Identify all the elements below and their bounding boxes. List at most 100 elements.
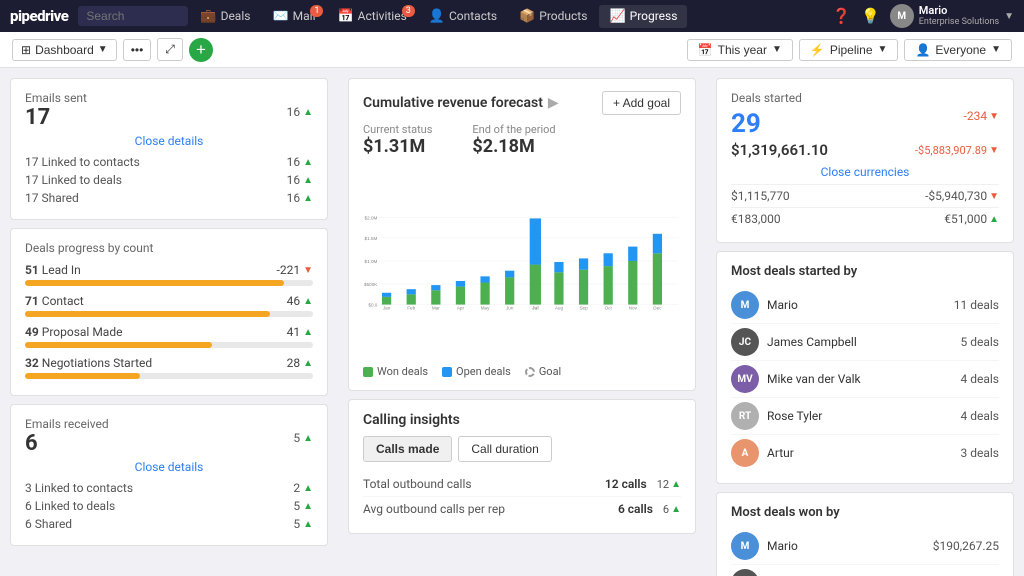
pipeline-icon: ⚡ [810, 43, 825, 57]
deals-progress-card: Deals progress by count 51 Lead In -221▼… [10, 228, 328, 396]
notifications-button[interactable]: 💡 [861, 7, 880, 25]
this-year-filter[interactable]: 📅 This year ▼ [687, 39, 793, 61]
progress-bar-bg [25, 311, 313, 317]
info-icon: ▶ [548, 95, 559, 111]
list-item: 17 Linked to deals 16▲ [25, 171, 313, 189]
end-of-period: End of the period $2.18M [472, 123, 555, 157]
up-arrow-icon: ▲ [303, 433, 313, 444]
nav-item-products[interactable]: 📦 Products [509, 5, 597, 28]
filter-group: 📅 This year ▼ ⚡ Pipeline ▼ 👤 Everyone ▼ [687, 39, 1012, 61]
person-name: Mike van der Valk [767, 372, 953, 386]
person-name: Mario [767, 539, 925, 553]
svg-text:May: May [481, 306, 490, 311]
deals-started-title: Deals started [731, 91, 999, 105]
avatar: JC [731, 328, 759, 356]
calling-title: Calling insights [363, 412, 681, 428]
emails-received-card: Emails received 6 5 ▲ Close details 3 Li… [10, 404, 328, 546]
everyone-filter[interactable]: 👤 Everyone ▼ [904, 39, 1012, 61]
close-received-link[interactable]: Close details [135, 460, 204, 474]
up-icon: ▲ [671, 504, 681, 515]
everyone-chevron-icon: ▼ [991, 44, 1001, 55]
add-widget-button[interactable]: + [189, 38, 213, 62]
person-row: JC James Campbell 5 deals [731, 324, 999, 361]
up-icon: ▲ [303, 327, 313, 338]
avatar: JC [731, 569, 759, 576]
progress-bars: 51 Lead In -221▼ 71 Contact 46▲ [25, 263, 313, 379]
progress-bar-bg [25, 373, 313, 379]
currency-row: $1,115,770 -$5,940,730 ▼ [731, 184, 999, 207]
close-details-link[interactable]: Close details [135, 134, 204, 148]
progress-bar-fill [25, 342, 212, 348]
more-button[interactable]: ••• [123, 39, 152, 61]
up-icon: ▲ [303, 157, 313, 168]
down-icon: ▼ [989, 191, 999, 202]
deals-started-count: 29 [731, 109, 761, 139]
person-row: MV Mike van der Valk 4 deals [731, 361, 999, 398]
down-icon: ▼ [303, 265, 313, 276]
nav-item-contacts[interactable]: 👤 Contacts [419, 5, 507, 28]
svg-text:Nov: Nov [629, 306, 638, 311]
person-deals: 3 deals [961, 446, 1000, 460]
progress-icon: 📈 [609, 9, 625, 24]
list-item: 17 Shared 16▲ [25, 189, 313, 207]
nav-right: ❓ 💡 M Mario Enterprise Solutions ▼ [832, 4, 1014, 28]
person-deals: 11 deals [954, 298, 999, 312]
down-icon: ▼ [989, 145, 999, 156]
top-nav: pipedrive 💼 Deals ✉️ Mail 1 📅 Activities… [0, 0, 1024, 32]
up-icon: ▲ [303, 519, 313, 530]
call-duration-tab[interactable]: Call duration [458, 436, 551, 462]
search-input[interactable] [78, 6, 188, 26]
chart-legend: Won deals Open deals Goal [363, 365, 681, 378]
left-column: Emails sent 17 16 ▲ Close details 17 Lin… [0, 68, 338, 576]
currency-row: €183,000 €51,000 ▲ [731, 207, 999, 230]
svg-text:Aug: Aug [555, 306, 564, 311]
calls-made-tab[interactable]: Calls made [363, 436, 452, 462]
svg-text:Feb: Feb [407, 306, 415, 311]
progress-bar-bg [25, 280, 313, 286]
list-item: 6 Linked to deals 5▲ [25, 497, 313, 515]
emails-sent-title: Emails sent [25, 91, 313, 105]
svg-text:$1.5M: $1.5M [365, 236, 378, 241]
avatar: M [890, 4, 914, 28]
calls-val: 12 calls [605, 477, 647, 491]
svg-text:Mar: Mar [432, 306, 440, 311]
pipeline-filter[interactable]: ⚡ Pipeline ▼ [799, 39, 899, 61]
user-chevron-icon: ▼ [1004, 11, 1014, 22]
emails-sent-rows: 17 Linked to contacts 16▲ 17 Linked to d… [25, 153, 313, 207]
nav-item-activities[interactable]: 📅 Activities 3 [327, 5, 416, 28]
user-menu[interactable]: M Mario Enterprise Solutions ▼ [890, 4, 1014, 28]
avatar: M [731, 291, 759, 319]
dashboard-icon: ⊞ [21, 43, 31, 57]
calendar-chevron-icon: ▼ [772, 44, 782, 55]
mail-icon: ✉️ [272, 9, 288, 24]
nav-item-mail[interactable]: ✉️ Mail 1 [262, 5, 325, 28]
most-deals-won-card: Most deals won by M Mario $190,267.25 JC… [716, 492, 1014, 576]
goal-legend-icon [525, 367, 535, 377]
nav-item-deals[interactable]: 💼 Deals [190, 5, 260, 28]
deals-amount: $1,319,661.10 [731, 141, 828, 159]
nav-item-progress[interactable]: 📈 Progress [599, 5, 687, 28]
expand-button[interactable]: ⤢ [157, 38, 183, 61]
up-arrow-icon: ▲ [303, 107, 313, 118]
user-name: Mario [919, 4, 999, 17]
deals-started-card: Deals started 29 -234 ▼ $1,319,661.10 -$… [716, 78, 1014, 243]
svg-text:$2.0M: $2.0M [365, 215, 378, 220]
emails-received-count: 6 [25, 431, 38, 456]
up-icon: ▲ [303, 358, 313, 369]
up-icon: ▲ [303, 296, 313, 307]
insight-row: Total outbound calls 12 calls 12 ▲ [363, 472, 681, 497]
logo: pipedrive [10, 7, 68, 25]
add-goal-button[interactable]: + Add goal [602, 91, 681, 115]
pipeline-chevron-icon: ▼ [878, 44, 888, 55]
progress-bar-bg [25, 342, 313, 348]
up-icon: ▲ [303, 193, 313, 204]
dashboard-button[interactable]: ⊞ Dashboard ▼ [12, 39, 117, 61]
person-row: A Artur 3 deals [731, 435, 999, 471]
close-currencies-link[interactable]: Close currencies [821, 165, 910, 179]
person-deals: $190,267.25 [933, 539, 999, 553]
revenue-chart: $2.0M $1.5M $1.0M $500K $0.0 [363, 167, 681, 357]
person-name: Artur [767, 446, 953, 460]
help-button[interactable]: ❓ [832, 7, 851, 25]
activities-icon: 📅 [337, 9, 353, 24]
svg-text:Oct: Oct [605, 306, 613, 311]
